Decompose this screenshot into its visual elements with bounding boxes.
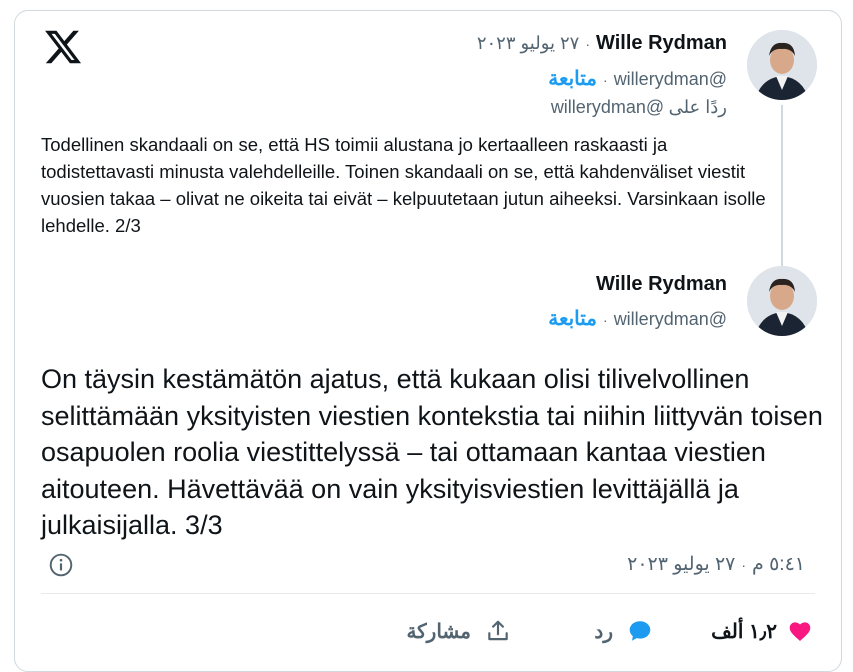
action-bar: ١٫٢ ألف رد مشاركة <box>15 611 841 651</box>
separator-dot: · <box>741 557 747 573</box>
heart-icon <box>789 622 811 641</box>
share-button[interactable]: مشاركة <box>406 611 511 651</box>
x-logo-icon[interactable] <box>43 27 83 67</box>
author-handle[interactable]: @willerydman <box>614 309 727 329</box>
thread-connector-line <box>781 105 783 267</box>
like-count: ١٫٢ ألف <box>711 620 777 643</box>
avatar-photo <box>747 30 817 100</box>
follow-button[interactable]: متابعة <box>548 68 597 90</box>
follow-button[interactable]: متابعة <box>548 308 597 330</box>
reply-to-prefix: ردًا على <box>668 97 727 117</box>
avatar-photo <box>747 266 817 336</box>
share-icon <box>488 620 508 641</box>
separator-dot: · <box>585 36 591 52</box>
quoted-tweet-text: Todellinen skandaali on se, että HS toim… <box>41 134 766 236</box>
reply-to-line: ردًا على @willerydman <box>551 97 727 118</box>
author-name[interactable]: Wille Rydman <box>596 273 727 295</box>
author-name[interactable]: Wille Rydman <box>596 32 727 54</box>
reply-to-handle[interactable]: @willerydman <box>551 97 664 117</box>
like-button[interactable]: ١٫٢ ألف <box>711 611 813 651</box>
divider <box>41 593 815 594</box>
avatar[interactable] <box>747 30 817 100</box>
separator-dot: · <box>603 312 608 328</box>
tweet-date: ٢٧ يوليو ٢٠٢٣ <box>627 554 736 575</box>
main-tweet-header: Wille Rydman <box>596 273 727 296</box>
avatar[interactable] <box>747 266 817 336</box>
author-handle[interactable]: @willerydman <box>614 69 727 89</box>
share-label: مشاركة <box>406 620 471 643</box>
quoted-tweet-header: Wille Rydman · ٢٧ يوليو ٢٠٢٣ <box>477 32 727 55</box>
tweet-embed-card: Wille Rydman · ٢٧ يوليو ٢٠٢٣ @willerydman ·… <box>14 10 842 672</box>
main-tweet-handle-row: @willerydman · متابعة <box>548 306 727 331</box>
info-icon[interactable] <box>48 552 74 578</box>
reply-bubble-icon <box>629 621 651 641</box>
quoted-tweet-handle-row: @willerydman · متابعة <box>548 66 727 91</box>
reply-label: رد <box>594 620 613 643</box>
tweet-time: ٥:٤١ م <box>752 554 805 575</box>
tweet-timestamp[interactable]: ٥:٤١ م · ٢٧ يوليو ٢٠٢٣ <box>627 553 805 576</box>
reply-button[interactable]: رد <box>594 611 653 651</box>
main-tweet-text: On täysin kestämätön ajatus, että kukaan… <box>41 364 823 540</box>
tweet-date[interactable]: ٢٧ يوليو ٢٠٢٣ <box>477 33 580 53</box>
separator-dot: · <box>603 72 608 88</box>
